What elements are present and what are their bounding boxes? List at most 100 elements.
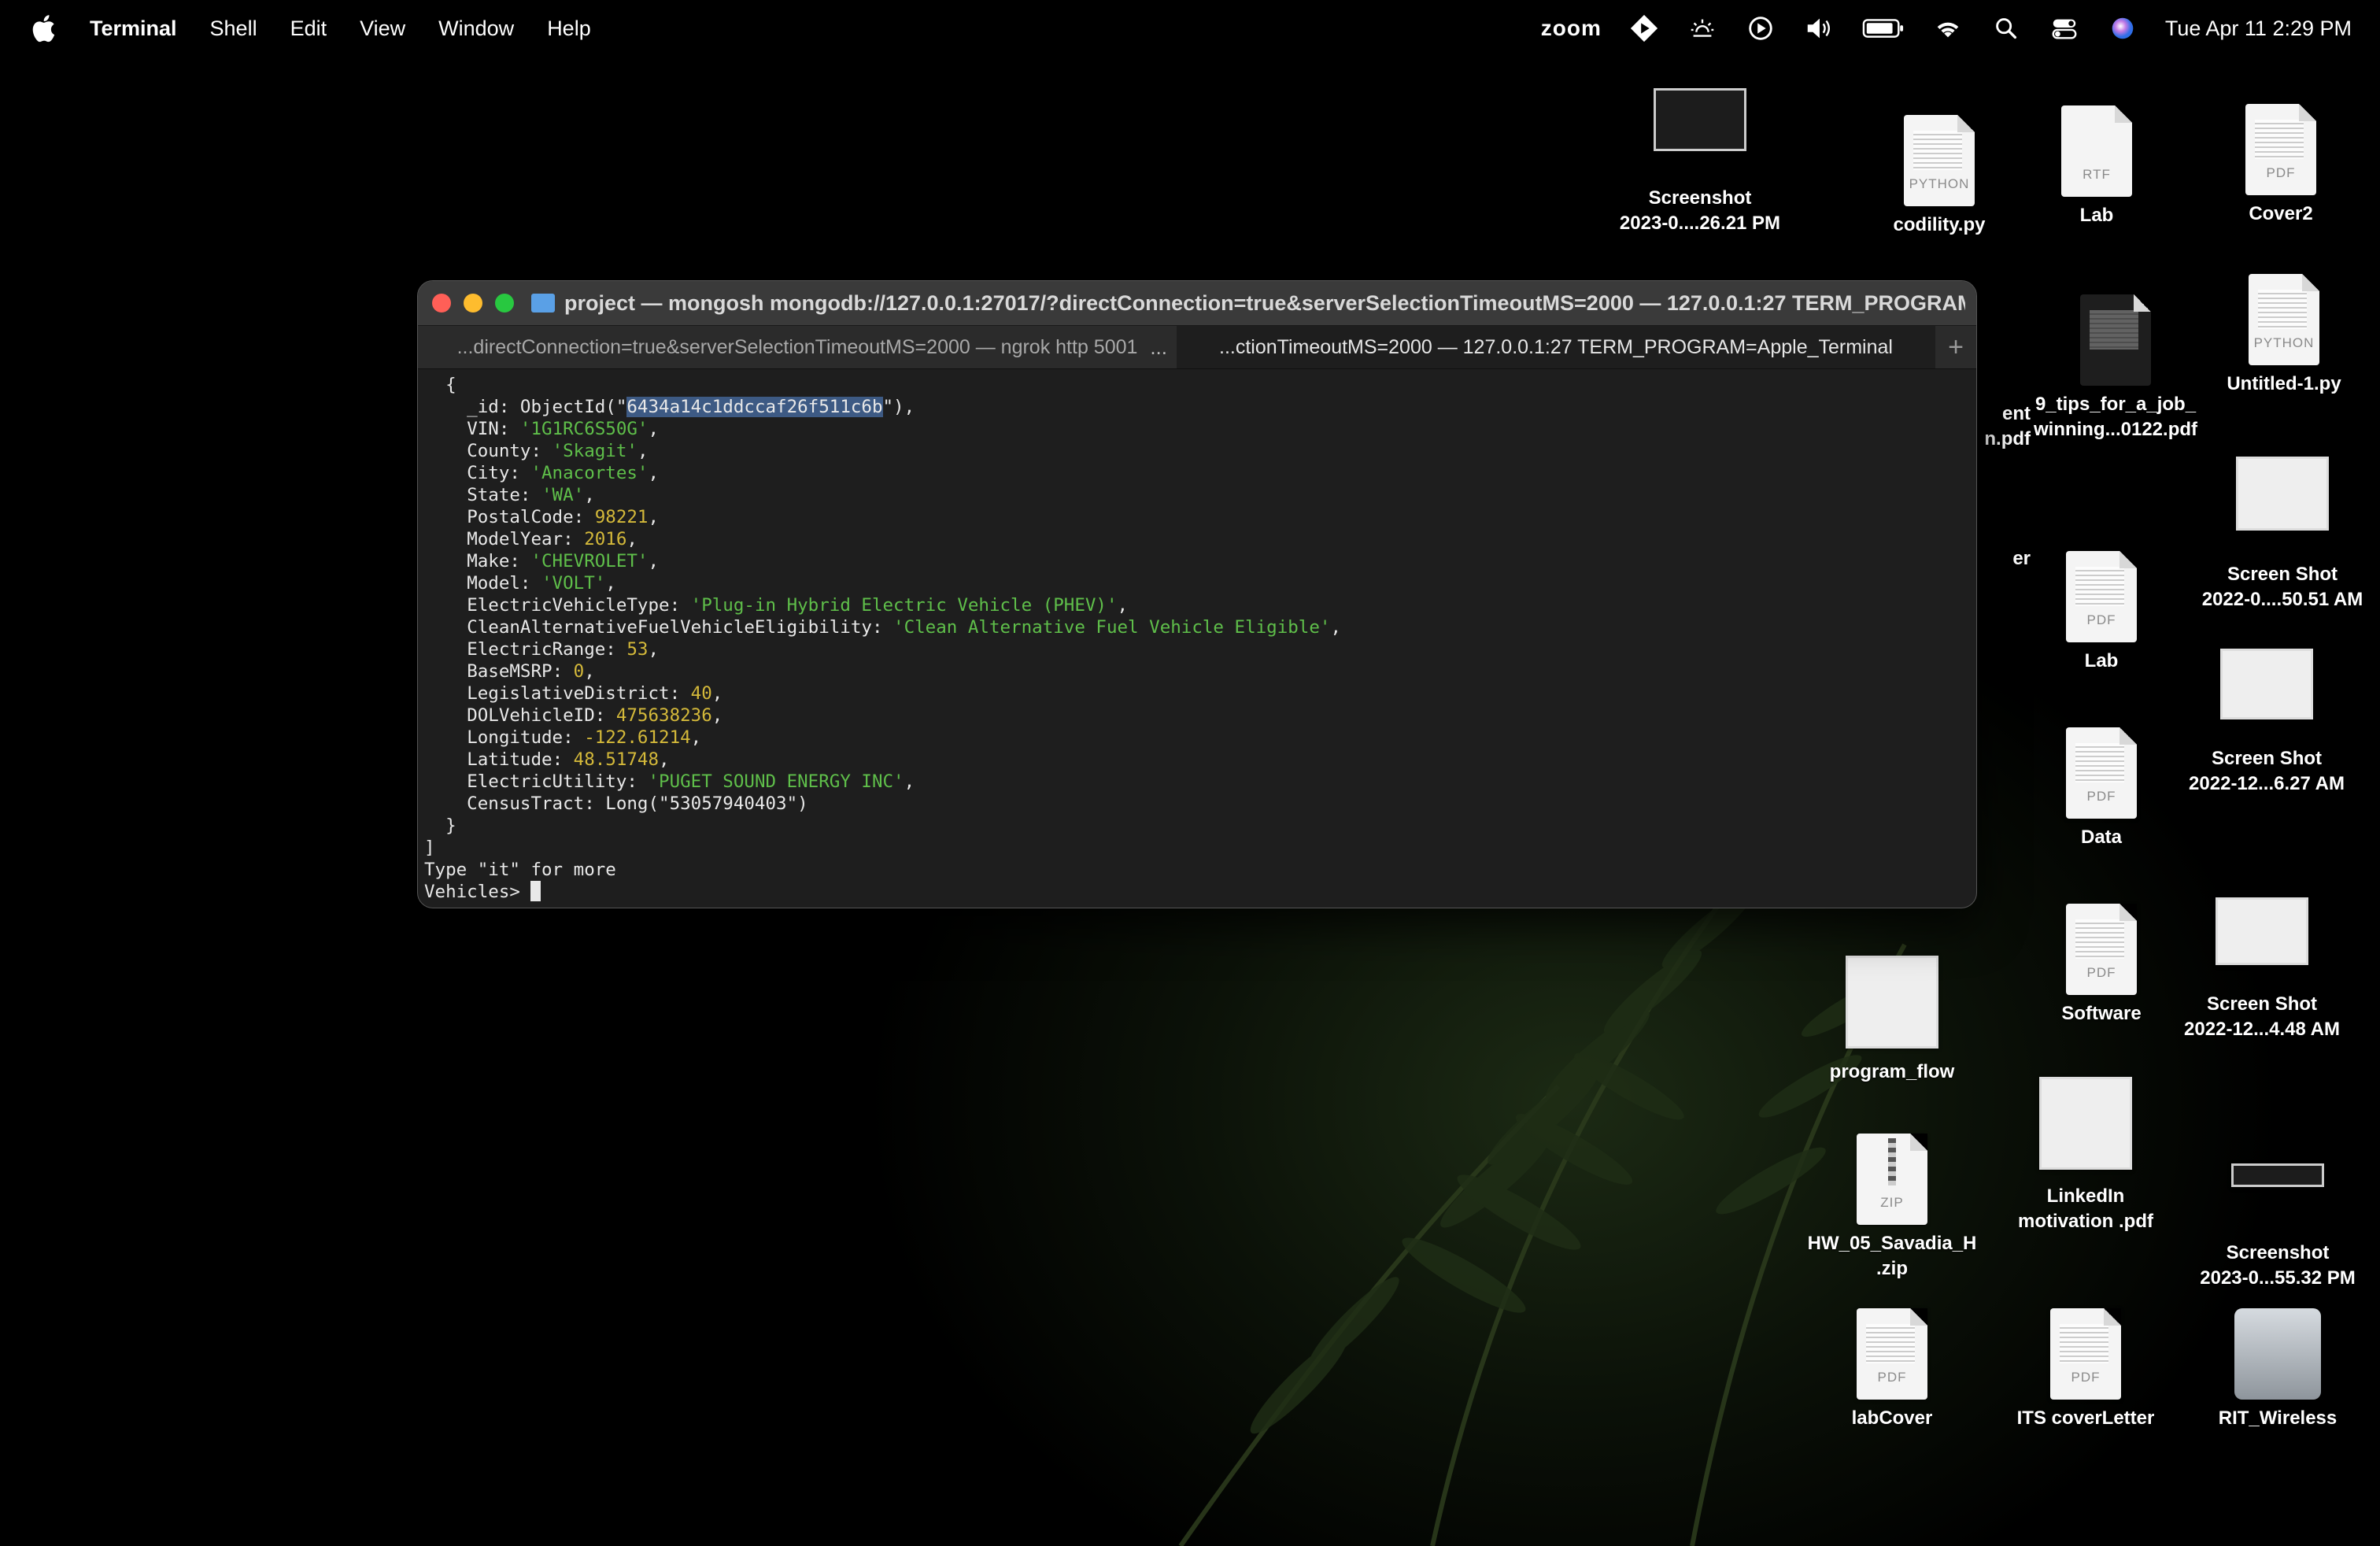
desktop-icon-labcover-pdf[interactable]: PDF labCover	[1790, 1308, 1994, 1431]
pdf-file-icon: PDF	[2066, 551, 2137, 642]
zip-file-icon: ZIP	[1857, 1134, 1927, 1225]
desktop-icon-label: Screen Shot 2022-0....50.51 AM	[2201, 564, 2363, 610]
screenshot-thumbnail	[1654, 88, 1746, 151]
field-value: 'Skagit'	[552, 441, 638, 461]
field-key: City	[467, 463, 510, 483]
desktop-icon-label: Lab	[2079, 205, 2114, 226]
desktop-icon-screen-shot-4-48[interactable]: Screen Shot 2022-12...4.48 AM	[2160, 897, 2364, 1042]
desktop-icon-program-flow[interactable]: program_flow	[1790, 956, 1994, 1085]
disk-image-icon	[2234, 1308, 2321, 1400]
field-value: 'VOLT'	[541, 573, 606, 594]
census-tract-value: 53057940403	[669, 793, 787, 814]
menu-clock[interactable]: Tue Apr 11 2:29 PM	[2165, 17, 2352, 41]
field-key: ElectricVehicleType	[467, 595, 670, 616]
desktop-icon-hw05-zip[interactable]: ZIP HW_05_Savadia_H .zip	[1790, 1134, 1994, 1282]
document-field-line: Model: 'VOLT',	[467, 573, 616, 594]
menu-window[interactable]: Window	[438, 17, 514, 41]
document-field-line: ElectricUtility: 'PUGET SOUND ENERGY INC…	[467, 771, 915, 792]
tab-ngrok[interactable]: ...directConnection=true&serverSelection…	[418, 326, 1177, 368]
document-field-line: County: 'Skagit',	[467, 441, 649, 461]
desktop-icon-cover2[interactable]: PDF Cover2	[2179, 104, 2380, 227]
screenshot-thumbnail	[2236, 457, 2329, 531]
menu-app-name[interactable]: Terminal	[90, 17, 177, 41]
battery-icon[interactable]	[1861, 13, 1905, 44]
field-key: County	[467, 441, 531, 461]
pdf-file-icon: PDF	[1857, 1308, 1927, 1400]
play-circle-icon[interactable]	[1745, 13, 1776, 44]
new-tab-button[interactable]: +	[1935, 326, 1976, 368]
close-button[interactable]	[432, 294, 451, 313]
field-key: BaseMSRP	[467, 661, 552, 682]
siri-icon[interactable]	[2107, 13, 2138, 44]
field-value: 'PUGET SOUND ENERGY INC'	[648, 771, 904, 792]
apple-icon[interactable]	[28, 13, 57, 44]
field-value: 53	[626, 639, 649, 660]
document-field-line: ElectricVehicleType: 'Plug-in Hybrid Ele…	[467, 595, 1129, 616]
tab-label: ...directConnection=true&serverSelection…	[456, 335, 1138, 358]
shell-prompt[interactable]: Vehicles>	[424, 882, 530, 902]
tab-mongosh[interactable]: ...ctionTimeoutMS=2000 — 127.0.0.1:27 TE…	[1177, 326, 1935, 368]
field-value: '1G1RC6S50G'	[519, 419, 649, 439]
screenshot-thumbnail	[2216, 897, 2308, 965]
play-diamond-icon[interactable]	[1628, 13, 1660, 44]
more-hint: Type "it" for more	[424, 860, 616, 880]
desktop-icon-untitled-1-py[interactable]: PYTHON Untitled-1.py	[2182, 274, 2380, 397]
minimize-button[interactable]	[464, 294, 482, 313]
rtf-file-icon: RTF	[2061, 105, 2132, 197]
field-key: State	[467, 485, 520, 505]
document-field-line: ElectricRange: 53,	[467, 639, 660, 660]
desktop-icon-screenshot-55-32[interactable]: Screenshot 2023-0...55.32 PM	[2175, 1163, 2380, 1291]
desktop-icon-lab-rtf[interactable]: RTF Lab	[1994, 105, 2199, 228]
terminal-titlebar[interactable]: project — mongosh mongodb://127.0.0.1:27…	[418, 281, 1976, 325]
terminal-window[interactable]: project — mongosh mongodb://127.0.0.1:27…	[417, 280, 1977, 908]
field-key: Latitude	[467, 749, 552, 770]
document-field-line: City: 'Anacortes',	[467, 463, 660, 483]
desktop-icon-its-coverletter-pdf[interactable]: PDF ITS coverLetter	[1983, 1308, 2188, 1431]
field-key: Model	[467, 573, 520, 594]
desktop-icon-label: Screenshot 2023-0...55.32 PM	[2200, 1242, 2356, 1289]
zoom-status[interactable]: zoom	[1541, 16, 1602, 41]
menu-edit[interactable]: Edit	[290, 17, 327, 41]
desktop-icon-screen-shot-50-51[interactable]: Screen Shot 2022-0....50.51 AM	[2180, 457, 2380, 612]
menu-view[interactable]: View	[360, 17, 405, 41]
folder-icon	[531, 294, 555, 313]
desktop-icon-label: labCover	[1851, 1407, 1933, 1429]
document-field-line: Longitude: -122.61214,	[467, 727, 702, 748]
selected-object-id[interactable]: 6434a14c1ddccaf26f511c6b	[626, 397, 883, 417]
window-title: project — mongosh mongodb://127.0.0.1:27…	[564, 290, 1965, 315]
text-cursor	[530, 881, 541, 901]
desktop-icon-linkedin-motivation-pdf[interactable]: LinkedIn motivation .pdf	[1983, 1077, 2188, 1234]
field-key: Make	[467, 551, 510, 571]
wifi-icon[interactable]	[1932, 13, 1964, 44]
document-field-line: DOLVehicleID: 475638236,	[467, 705, 723, 726]
menu-bar: Terminal Shell Edit View Window Help zoo…	[0, 0, 2380, 57]
document-field-line: CleanAlternativeFuelVehicleEligibility: …	[467, 617, 1341, 638]
desktop-icon-rit-wireless[interactable]: RIT_Wireless	[2175, 1308, 2380, 1431]
field-value: 2016	[584, 529, 627, 549]
field-value: 40	[690, 683, 712, 704]
terminal-output[interactable]: { _id: ObjectId("6434a14c1ddccaf26f511c6…	[418, 369, 1976, 908]
volume-icon[interactable]	[1803, 13, 1835, 44]
desktop-icon-label: Cover2	[2249, 203, 2313, 224]
maximize-button[interactable]	[495, 294, 514, 313]
menu-shell[interactable]: Shell	[210, 17, 257, 41]
pdf-file-icon: PDF	[2050, 1308, 2121, 1400]
desktop-icon-label: 9_tips_for_a_job_ winning...0122.pdf	[2033, 394, 2198, 440]
desktop-icon-data-pdf[interactable]: PDF Data	[1999, 727, 2204, 850]
pdf-file-icon	[2080, 294, 2151, 386]
screenshot-thumbnail	[2039, 1077, 2132, 1170]
sun-icon[interactable]	[1687, 13, 1718, 44]
field-key: DOLVehicleID	[467, 705, 595, 726]
desktop-icon-label: Screen Shot 2022-12...4.48 AM	[2184, 993, 2340, 1040]
menu-help[interactable]: Help	[547, 17, 591, 41]
tab-overflow-button[interactable]: ...	[1150, 335, 1167, 360]
search-icon[interactable]	[1990, 13, 2022, 44]
document-field-line: PostalCode: 98221,	[467, 507, 660, 527]
control-center-icon[interactable]	[2049, 13, 2080, 44]
screenshot-thumbnail	[2231, 1163, 2324, 1187]
field-value: 'Plug-in Hybrid Electric Vehicle (PHEV)'	[690, 595, 1118, 616]
desktop-icon-screenshot-2023-26-21[interactable]: Screenshot 2023-0....26.21 PM	[1598, 88, 1802, 236]
python-file-icon: PYTHON	[2249, 274, 2319, 365]
desktop-icon-label: HW_05_Savadia_H .zip	[1807, 1233, 1977, 1279]
pdf-file-icon: PDF	[2245, 104, 2316, 195]
